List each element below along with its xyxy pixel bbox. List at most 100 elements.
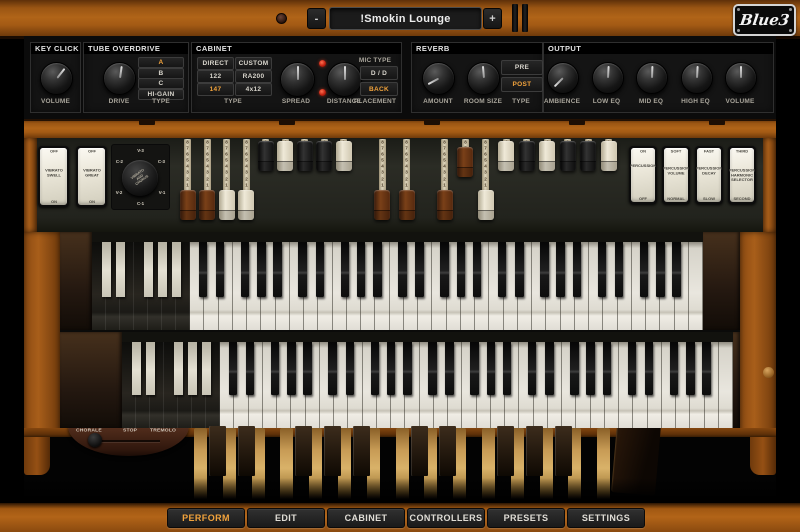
drawbar-lower-5[interactable]: 87654321 (519, 138, 535, 224)
upper-manual-black-key[interactable] (257, 242, 266, 297)
upper-manual-black-key[interactable] (357, 242, 366, 297)
drawbar-upper-8[interactable]: 87654321 (316, 138, 332, 224)
room-size-knob[interactable] (467, 62, 500, 95)
upper-manual-preset-key-sharp[interactable] (144, 242, 153, 297)
lower-manual-black-key[interactable] (371, 342, 380, 395)
pedal-sharp[interactable] (439, 426, 456, 476)
percussion-volume-switch[interactable]: SOFTPERCUSSION VOLUMENORMAL (662, 146, 690, 204)
pedal-sharp[interactable] (526, 426, 543, 476)
drawbar-upper-6[interactable]: 87654321 (277, 138, 293, 224)
drawbar-lower-8[interactable]: 87654321 (580, 138, 596, 224)
pedal-sharp[interactable] (324, 426, 341, 476)
upper-manual-black-key[interactable] (199, 242, 208, 297)
preset-prev-button[interactable]: - (307, 8, 326, 29)
preset-next-button[interactable]: + (483, 8, 502, 29)
drawbar-lower-7[interactable]: 87654321 (560, 138, 576, 224)
upper-manual-black-key[interactable] (273, 242, 282, 297)
upper-manual-black-key[interactable] (341, 242, 350, 297)
preset-display[interactable]: !Smokin Lounge (329, 7, 482, 30)
lower-manual-preset-key-sharp[interactable] (132, 342, 141, 395)
pedal-sharp[interactable] (295, 426, 312, 476)
drawbar-lower-2[interactable]: 87654321 (457, 138, 473, 224)
lower-manual-preset-key-sharp[interactable] (174, 342, 183, 395)
lower-manual-black-key[interactable] (287, 342, 296, 395)
tab-controllers[interactable]: CONTROLLERS (407, 508, 485, 528)
key-click-volume-knob[interactable] (40, 62, 73, 95)
lower-manual-black-key[interactable] (470, 342, 479, 395)
lower-manual-black-key[interactable] (445, 342, 454, 395)
drawbar-upper-1[interactable]: 87654321 (180, 138, 196, 224)
upper-manual-black-key[interactable] (398, 242, 407, 297)
drawbar-upper-5[interactable]: 87654321 (258, 138, 274, 224)
upper-manual-black-key[interactable] (640, 242, 649, 297)
upper-manual-black-key[interactable] (573, 242, 582, 297)
cabinet-type-ra200[interactable]: RA200 (235, 70, 272, 83)
drawbar-lower-9[interactable]: 87654321 (601, 138, 617, 224)
lower-manual-black-key[interactable] (603, 342, 612, 395)
pedal-sharp[interactable] (238, 426, 255, 476)
tab-presets[interactable]: PRESETS (487, 508, 565, 528)
lower-manual-preset-key-sharp[interactable] (146, 342, 155, 395)
overdrive-type-b[interactable]: B (138, 68, 184, 79)
cabinet-type-147[interactable]: 147 (197, 83, 234, 96)
placement-button[interactable]: BACK (360, 82, 398, 96)
drawbar-pedal-2[interactable]: 87654321 (399, 138, 415, 224)
drawbar-upper-4[interactable]: 87654321 (238, 138, 254, 224)
lower-manual-black-key[interactable] (686, 342, 695, 395)
lower-manual-black-key[interactable] (702, 342, 711, 395)
percussion-on-off-switch[interactable]: ONPERCUSSIONOFF (629, 146, 657, 204)
tab-cabinet[interactable]: CABINET (327, 508, 405, 528)
lower-manual-black-key[interactable] (387, 342, 396, 395)
drawbar-lower-6[interactable]: 87654321 (539, 138, 555, 224)
cabinet-type-4x12[interactable]: 4x12 (235, 83, 272, 96)
lower-manual-preset-key-sharp[interactable] (202, 342, 211, 395)
pedal-sharp[interactable] (555, 426, 572, 476)
vibrato-great-switch[interactable]: OFFVIBRATO GREATON (76, 146, 107, 207)
drawbar-upper-2[interactable]: 87654321 (199, 138, 215, 224)
overdrive-type-c[interactable]: C (138, 78, 184, 89)
lower-manual-preset-key-sharp[interactable] (188, 342, 197, 395)
upper-manual-black-key[interactable] (598, 242, 607, 297)
upper-manual-black-key[interactable] (473, 242, 482, 297)
overdrive-type-a[interactable]: A (138, 57, 184, 68)
drawbar-lower-3[interactable]: 87654321 (478, 138, 494, 224)
lower-manual-black-key[interactable] (428, 342, 437, 395)
upper-manual-black-key[interactable] (556, 242, 565, 297)
drawbar-pedal-1[interactable]: 87654321 (374, 138, 390, 224)
lower-manual-black-key[interactable] (246, 342, 255, 395)
drawbar-upper-7[interactable]: 87654321 (297, 138, 313, 224)
lower-manual-black-key[interactable] (586, 342, 595, 395)
drawbar-upper-9[interactable]: 87654321 (336, 138, 352, 224)
upper-manual-black-key[interactable] (540, 242, 549, 297)
lower-manual-black-key[interactable] (670, 342, 679, 395)
vibrato-swell-switch[interactable]: OFFVIBRATO SWELLON (38, 146, 69, 207)
volume-knob[interactable] (725, 62, 757, 94)
upper-manual-black-key[interactable] (498, 242, 507, 297)
drawbar-lower-4[interactable]: 87654321 (498, 138, 514, 224)
upper-manual-black-key[interactable] (457, 242, 466, 297)
upper-manual-black-key[interactable] (241, 242, 250, 297)
ambience-knob[interactable] (547, 62, 579, 94)
drive-knob[interactable] (103, 62, 136, 95)
cabinet-type-direct[interactable]: DIRECT (197, 57, 234, 70)
lower-manual-black-key[interactable] (628, 342, 637, 395)
pedal-sharp[interactable] (209, 426, 226, 476)
reverb-post-button[interactable]: POST (501, 77, 543, 92)
reverb-amount-knob[interactable] (422, 62, 455, 95)
drawbar-upper-3[interactable]: 87654321 (219, 138, 235, 224)
reverb-pre-button[interactable]: PRE (501, 60, 543, 75)
cabinet-type-custom[interactable]: CUSTOM (235, 57, 272, 70)
upper-manual-black-key[interactable] (515, 242, 524, 297)
percussion-harmonic-switch[interactable]: THIRDPERCUSSION HARMONIC SELECTORSECOND (728, 146, 756, 204)
lower-manual-black-key[interactable] (229, 342, 238, 395)
percussion-decay-switch[interactable]: FASTPERCUSSION DECAYSLOW (695, 146, 723, 204)
mic-type-button[interactable]: D / D (360, 66, 398, 80)
cabinet-type-122[interactable]: 122 (197, 70, 234, 83)
high-eq-knob[interactable] (681, 62, 713, 94)
drawbar-lower-1[interactable]: 87654321 (437, 138, 453, 224)
upper-manual-black-key[interactable] (216, 242, 225, 297)
vibrato-chorus-knob[interactable]: VIBRATO AND CHORUS (122, 160, 158, 196)
tab-perform[interactable]: PERFORM (167, 508, 245, 528)
spread-knob[interactable] (280, 62, 315, 97)
lower-manual-black-key[interactable] (545, 342, 554, 395)
